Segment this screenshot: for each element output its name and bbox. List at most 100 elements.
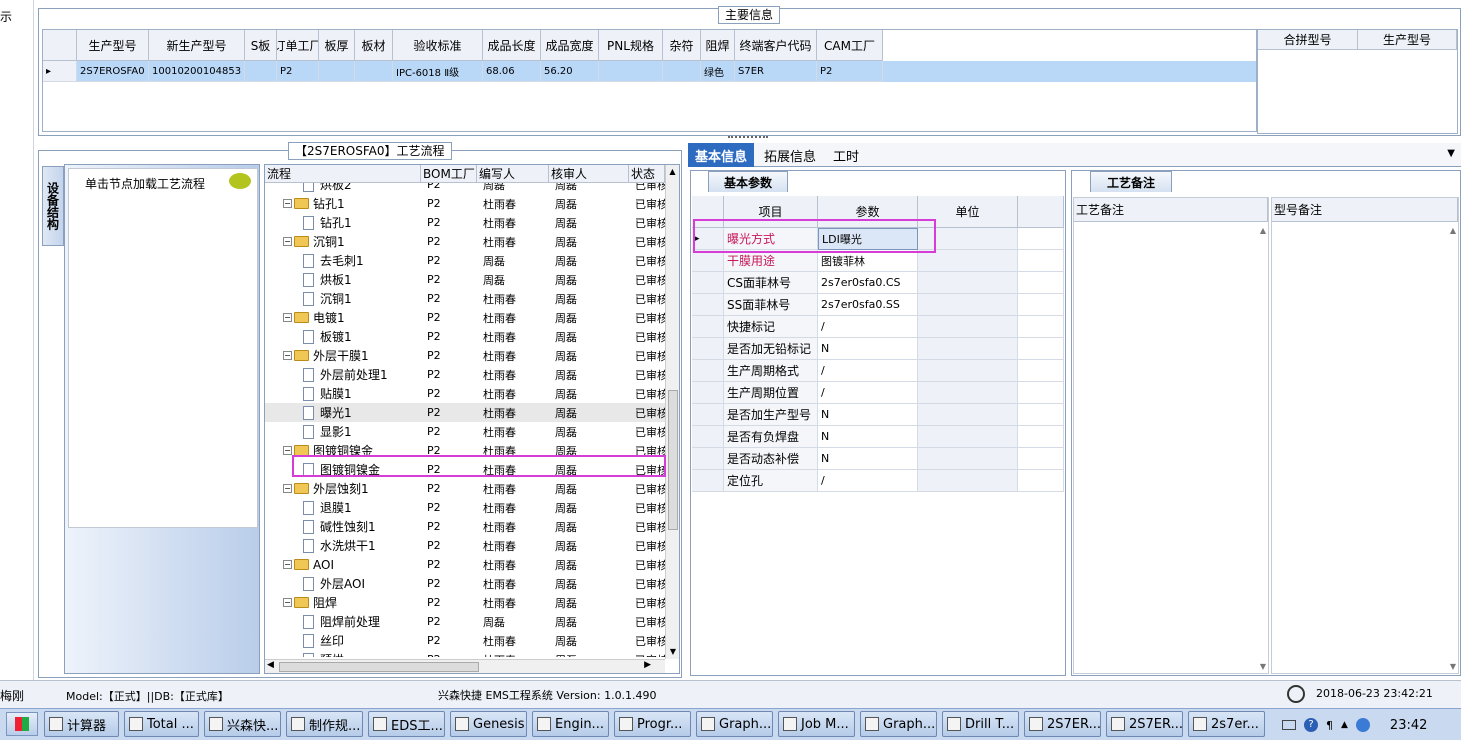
tab-basic-info[interactable]: 基本信息 (688, 143, 754, 167)
network-icon[interactable]: ¶ (1326, 719, 1333, 732)
tree-node[interactable]: − 阻焊 (265, 594, 421, 611)
main-col-header[interactable]: PNL规格 (599, 30, 663, 61)
taskbar-item[interactable]: Genesis (450, 711, 527, 737)
tree-row[interactable]: − 外层蚀刻1 P2 杜雨春 周磊 已审核 (265, 479, 665, 498)
tree-row[interactable]: 丝印 P2 杜雨春 周磊 已审核 (265, 631, 665, 650)
tree-node[interactable]: 预烘 (265, 651, 421, 657)
row-indicator[interactable] (692, 382, 724, 404)
tree-node[interactable]: 水洗烘干1 (265, 537, 421, 554)
tree-row[interactable]: 阻焊前处理 P2 周磊 周磊 已审核 (265, 612, 665, 631)
main-col-header[interactable]: 订单工厂 (277, 30, 319, 61)
side-tab-device-structure[interactable]: 设备结构 (42, 166, 64, 246)
main-col-header[interactable]: 板材 (355, 30, 393, 61)
taskbar-item[interactable]: Progr... (614, 711, 691, 737)
scroll-up-icon[interactable]: ▲ (666, 165, 679, 179)
tree-row[interactable]: − 外层干膜1 P2 杜雨春 周磊 已审核 (265, 346, 665, 365)
taskbar-item[interactable]: Engin... (532, 711, 609, 737)
collapse-icon[interactable]: − (283, 313, 292, 322)
tree-row[interactable]: 沉铜1 P2 杜雨春 周磊 已审核 (265, 289, 665, 308)
main-cell[interactable]: 68.06 (483, 61, 541, 82)
main-col-header[interactable]: S板 (245, 30, 277, 61)
scroll-left-icon[interactable]: ◀ (267, 660, 274, 670)
merge-col-header[interactable]: 合拼型号 (1258, 30, 1358, 50)
param-value[interactable]: N (818, 338, 918, 360)
remark-model-box[interactable]: 型号备注 ▲ ▼ (1271, 197, 1459, 674)
tree-row[interactable]: 钻孔1 P2 杜雨春 周磊 已审核 (265, 213, 665, 232)
row-indicator-icon[interactable]: ▸ (43, 61, 77, 82)
param-unit[interactable] (918, 470, 1018, 492)
collapse-icon[interactable]: − (283, 351, 292, 360)
tree-node[interactable]: 退膜1 (265, 499, 421, 516)
scroll-right-icon[interactable]: ▶ (644, 660, 651, 670)
tree-row[interactable]: 板镀1 P2 杜雨春 周磊 已审核 (265, 327, 665, 346)
taskbar-item[interactable]: Total ... (124, 711, 199, 737)
main-cell[interactable] (663, 61, 701, 82)
tree-node[interactable]: − 外层蚀刻1 (265, 480, 421, 497)
param-row[interactable]: 定位孔 / (692, 470, 1064, 492)
tray-expand-icon[interactable]: ▲ (1341, 720, 1348, 730)
main-info-row[interactable]: ▸ 2S7EROSFA0 10010200104853 P2 IPC-6018 Ⅱ级 68… (43, 61, 1256, 82)
tree-row[interactable]: − 沉铜1 P2 杜雨春 周磊 已审核 (265, 232, 665, 251)
tree-node[interactable]: − 电镀1 (265, 309, 421, 326)
tree-col-header[interactable]: 流程 (265, 165, 421, 183)
collapse-icon[interactable]: − (283, 237, 292, 246)
collapse-icon[interactable]: − (283, 199, 292, 208)
param-value[interactable]: 2s7er0sfa0.CS (818, 272, 918, 294)
tree-row[interactable]: − 阻焊 P2 杜雨春 周磊 已审核 (265, 593, 665, 612)
app-tray-icon[interactable] (1355, 718, 1370, 732)
param-unit[interactable] (918, 360, 1018, 382)
tree-row[interactable]: 外层前处理1 P2 杜雨春 周磊 已审核 (265, 365, 665, 384)
tree-row[interactable]: 水洗烘干1 P2 杜雨春 周磊 已审核 (265, 536, 665, 555)
param-row[interactable]: SS面菲林号 2s7er0sfa0.SS (692, 294, 1064, 316)
tree-row[interactable]: − 钻孔1 P2 杜雨春 周磊 已审核 (265, 194, 665, 213)
main-col-header[interactable]: 板厚 (319, 30, 355, 61)
tree-row[interactable]: 退膜1 P2 杜雨春 周磊 已审核 (265, 498, 665, 517)
tree-node[interactable]: 烘板1 (265, 271, 421, 288)
tree-hscroll[interactable]: ◀ ▶ (265, 659, 665, 673)
tree-node[interactable]: 碱性蚀刻1 (265, 518, 421, 535)
tree-node[interactable]: 钻孔1 (265, 214, 421, 231)
param-unit[interactable] (918, 404, 1018, 426)
help-icon[interactable]: ? (1304, 718, 1318, 732)
tree-node[interactable]: 沉铜1 (265, 290, 421, 307)
tree-row[interactable]: 碱性蚀刻1 P2 杜雨春 周磊 已审核 (265, 517, 665, 536)
row-indicator[interactable] (692, 426, 724, 448)
main-cell[interactable]: P2 (817, 61, 883, 82)
tree-row[interactable]: 显影1 P2 杜雨春 周磊 已审核 (265, 422, 665, 441)
tree-node[interactable]: 曝光1 (265, 404, 421, 421)
main-col-header[interactable]: 阻焊 (701, 30, 735, 61)
param-value[interactable]: 图镀菲林 (818, 250, 918, 272)
scroll-down-icon[interactable]: ▼ (666, 645, 679, 659)
param-value[interactable]: / (818, 470, 918, 492)
row-indicator[interactable] (692, 272, 724, 294)
remark2-scroll-up-icon[interactable]: ▲ (1450, 226, 1456, 235)
param-unit[interactable] (918, 316, 1018, 338)
splitter-grip[interactable] (728, 136, 768, 140)
param-unit[interactable] (918, 250, 1018, 272)
row-indicator[interactable] (692, 294, 724, 316)
row-indicator[interactable] (692, 250, 724, 272)
collapse-icon[interactable]: − (283, 484, 292, 493)
tree-row[interactable]: 烘板2 P2 周磊 周磊 已审核 (265, 183, 665, 194)
main-col-header[interactable]: 新生产型号 (149, 30, 245, 61)
main-col-header[interactable]: 成品宽度 (541, 30, 599, 61)
tree-row[interactable]: 贴膜1 P2 杜雨春 周磊 已审核 (265, 384, 665, 403)
start-button[interactable] (6, 712, 38, 736)
main-cell[interactable]: 2S7EROSFA0 (77, 61, 149, 82)
tab-work-hours[interactable]: 工时 (824, 143, 868, 167)
param-row[interactable]: 快捷标记 / (692, 316, 1064, 338)
remark-scroll-down-icon[interactable]: ▼ (1260, 662, 1266, 671)
main-col-header[interactable]: 生产型号 (77, 30, 149, 61)
taskbar-item[interactable]: Job M... (778, 711, 855, 737)
param-row[interactable]: 是否动态补偿 N (692, 448, 1064, 470)
param-row[interactable]: CS面菲林号 2s7er0sfa0.CS (692, 272, 1064, 294)
param-unit[interactable] (918, 382, 1018, 404)
row-indicator[interactable] (692, 316, 724, 338)
tree-node[interactable]: 去毛刺1 (265, 252, 421, 269)
param-value[interactable]: N (818, 404, 918, 426)
taskbar-item[interactable]: 2S7ER... (1024, 711, 1101, 737)
tab-basic-params[interactable]: 基本参数 (708, 171, 788, 192)
param-row[interactable]: 生产周期格式 / (692, 360, 1064, 382)
param-unit[interactable] (918, 426, 1018, 448)
remark-process-box[interactable]: 工艺备注 ▲ ▼ (1073, 197, 1269, 674)
